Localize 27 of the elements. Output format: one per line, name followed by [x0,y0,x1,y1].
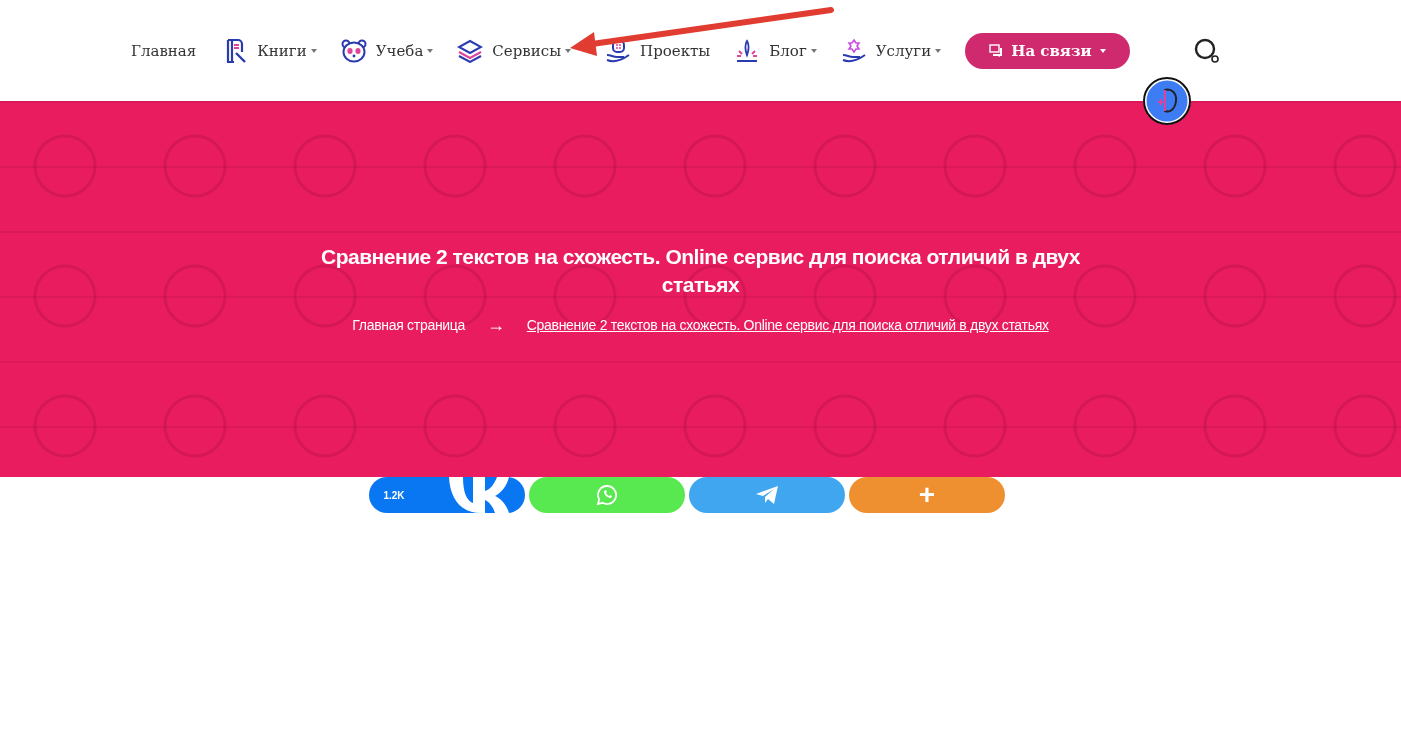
star-hand-icon [840,38,867,63]
nav-link[interactable]: Книги [224,37,317,64]
share-button[interactable] [689,477,845,513]
nav-link[interactable]: Учеба [340,38,434,63]
breadcrumb-link[interactable]: Сравнение 2 текстов на схожесть. Online сервис для поиска отличий в двух статьях [526,317,1049,333]
whatsapp-icon [596,484,618,506]
breadcrumb-link[interactable]: Главная страница [352,317,466,333]
caret-icon [1099,48,1106,53]
nav-link[interactable]: Сервисы [457,38,572,63]
chat-icon [989,44,1004,57]
caret-icon [565,48,572,53]
caret-icon [310,48,317,53]
panda-icon [340,38,367,63]
nav-link[interactable]: Проекты [605,38,711,63]
paper-plane-icon [755,485,779,505]
search-icon[interactable] [1193,37,1220,64]
caret-icon [810,48,817,53]
contact-button[interactable]: На связи [965,32,1130,69]
breadcrumb-separator: → [487,314,505,336]
page-title: Сравнение 2 текстов на схожесть. Online сервис для поиска отличий в двух статьях [320,243,1081,298]
caret-icon [935,48,942,53]
caret-icon [427,48,434,53]
share-button[interactable]: 1.2K [369,477,525,513]
layers-icon [457,38,484,63]
nav-link[interactable]: Блог [734,38,817,63]
nav-link[interactable]: Услуги [840,38,942,63]
nav-link[interactable]: Главная [131,41,197,60]
